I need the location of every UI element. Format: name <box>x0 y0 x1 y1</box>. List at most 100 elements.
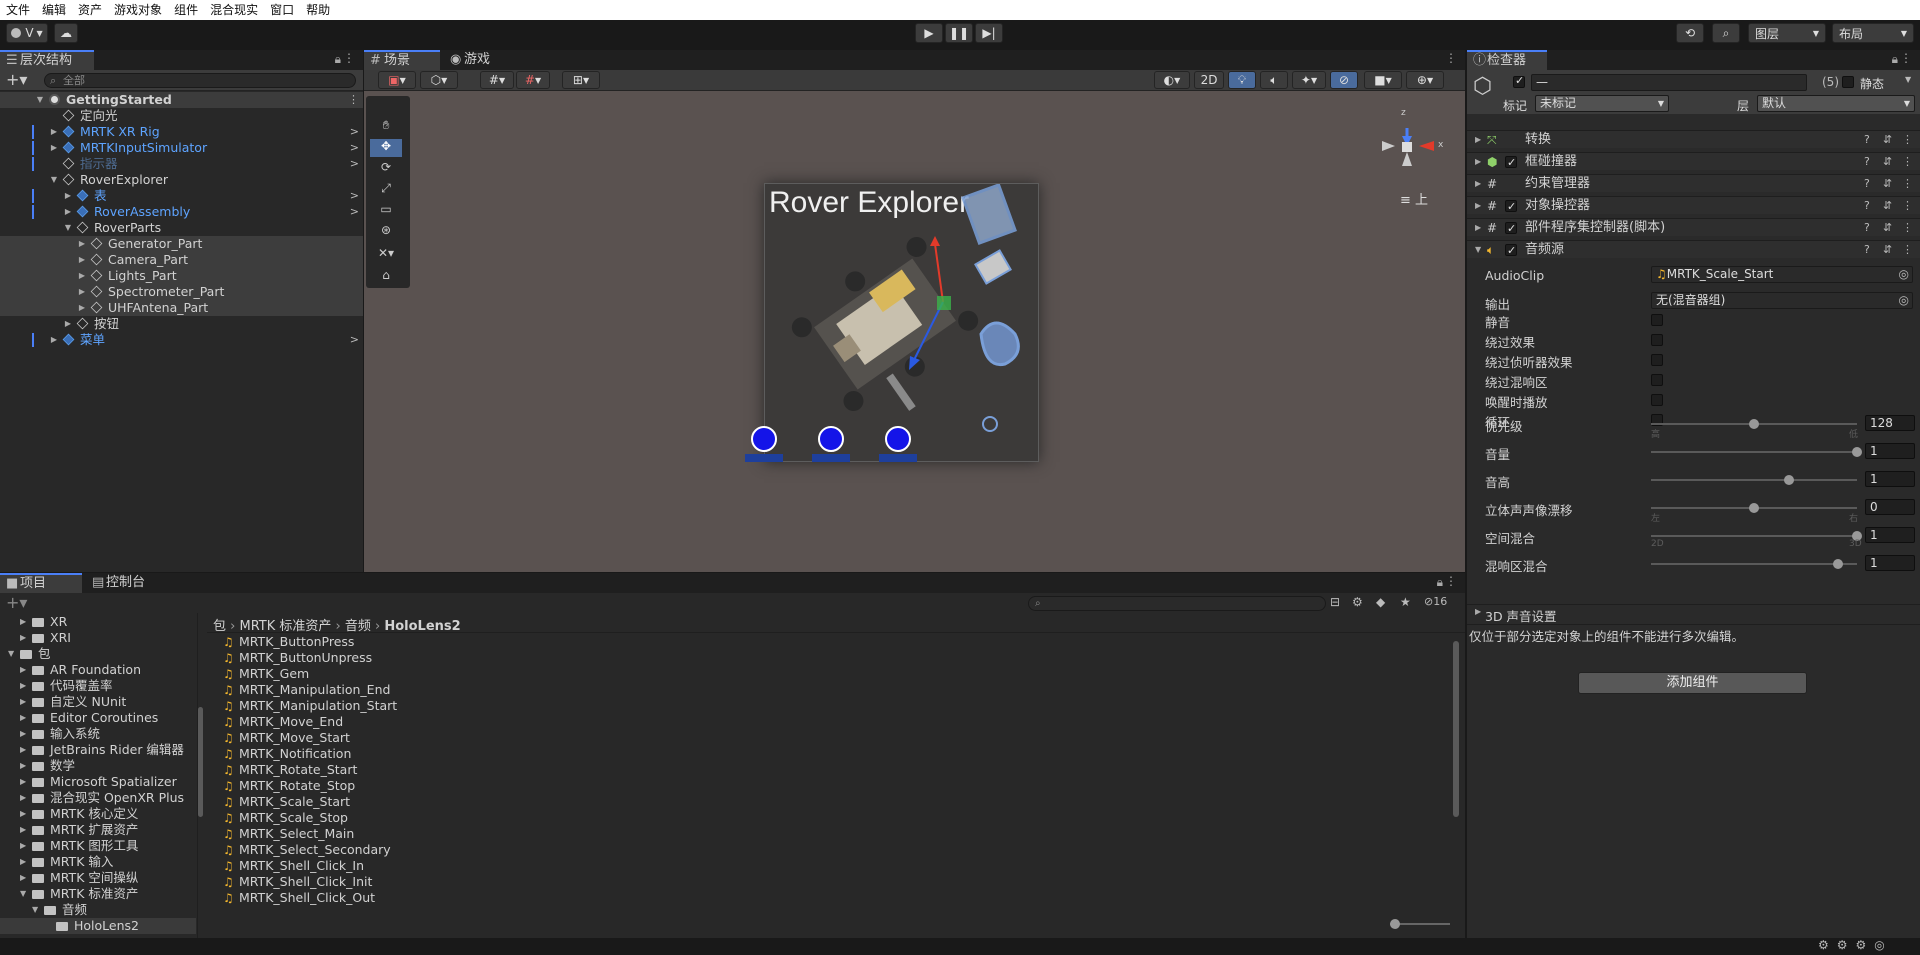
hierarchy-search-input[interactable]: ⌕ 全部 <box>44 73 356 88</box>
component-header[interactable]: ▶ ⤧ 转换? ⇵ ⋮ <box>1467 130 1920 148</box>
more-icon[interactable]: ⋮ <box>348 92 359 108</box>
menu-item[interactable]: 文件 <box>0 0 36 20</box>
component-enabled-checkbox[interactable] <box>1505 154 1517 172</box>
view-gizmo[interactable] <box>1374 106 1444 186</box>
hierarchy-row[interactable]: 指示器 > <box>0 156 363 172</box>
expand-arrow-down-icon[interactable]: ▼ <box>32 902 38 918</box>
expand-arrow-down-icon[interactable]: ▼ <box>62 220 74 236</box>
draw-mode-button[interactable]: ▣ ▼ <box>378 71 416 89</box>
object-name-input[interactable]: — <box>1531 74 1807 91</box>
gizmo-orientation[interactable]: ≡ 上 <box>1400 189 1428 208</box>
project-folder-row[interactable]: HoloLens2 <box>0 918 196 934</box>
hierarchy-row[interactable]: ▶ Generator_Part <box>0 236 363 252</box>
lighting-toggle[interactable]: 💡︎ <box>1228 71 1256 89</box>
expand-arrow-right-icon[interactable]: ▶ <box>76 284 88 300</box>
search-by-type-icon[interactable]: ⊟ <box>1330 595 1340 609</box>
tree-scrollbar[interactable] <box>196 617 204 933</box>
icon-size-slider[interactable] <box>1390 919 1450 929</box>
button-circle-2[interactable] <box>818 426 844 452</box>
project-folder-row[interactable]: ▶ AR Foundation <box>0 662 196 678</box>
expand-arrow-right-icon[interactable]: ▶ <box>76 252 88 268</box>
expand-arrow-right-icon[interactable]: ▶ <box>20 790 26 806</box>
audio-file-item[interactable]: ♫ MRTK_ButtonUnpress <box>223 650 372 666</box>
foldout-arrow-right-icon[interactable]: ▶ <box>1475 153 1481 171</box>
tab-scene[interactable]: # 场景 <box>364 50 440 70</box>
lock-icon[interactable]: 🔒︎ <box>335 52 341 67</box>
effects-button[interactable]: ✦ ▼ <box>1292 71 1326 89</box>
project-folder-row[interactable]: ▶ MRTK 扩展资产 <box>0 822 196 838</box>
layer-dropdown[interactable]: 默认 ▼ <box>1757 95 1915 112</box>
audio-slider-value[interactable]: 1 <box>1865 443 1915 459</box>
audio-file-item[interactable]: ♫ MRTK_Select_Main <box>223 826 354 842</box>
hierarchy-row[interactable]: ▶ 按钮 <box>0 316 363 332</box>
chevron-right-icon[interactable]: > <box>350 156 359 172</box>
tab-game[interactable]: ◉ 游戏 <box>444 50 514 70</box>
menu-item[interactable]: 游戏对象 <box>108 0 168 20</box>
component-header[interactable]: ▶ # 约束管理器? ⇵ ⋮ <box>1467 174 1920 192</box>
foldout-arrow-right-icon[interactable]: ▶ <box>1475 175 1481 193</box>
audio-slider-handle[interactable] <box>1749 503 1759 513</box>
tab-console[interactable]: ▤ 控制台 <box>86 573 176 593</box>
foldout-arrow-right-icon[interactable]: ▶ <box>1475 131 1481 149</box>
add-icon[interactable]: +▾ <box>6 593 27 612</box>
move-tool-icon[interactable]: ✥ <box>370 139 402 157</box>
audio-file-item[interactable]: ♫ MRTK_Scale_Start <box>223 794 350 810</box>
project-folder-row[interactable]: ▶ Editor Coroutines <box>0 710 196 726</box>
chevron-right-icon[interactable]: > <box>350 124 359 140</box>
breadcrumb-item[interactable]: HoloLens2 <box>384 619 460 634</box>
expand-arrow-right-icon[interactable]: ▶ <box>20 854 26 870</box>
expand-arrow-right-icon[interactable]: ▶ <box>62 316 74 332</box>
more-icon[interactable]: ⋮ <box>1902 241 1913 259</box>
search-button[interactable]: ⌕ <box>1712 23 1740 43</box>
expand-arrow-right-icon[interactable]: ▶ <box>20 694 26 710</box>
rover-table[interactable]: Rover Explorer <box>764 183 1039 462</box>
expand-arrow-right-icon[interactable]: ▶ <box>20 870 26 886</box>
hierarchy-row[interactable]: ▶ UHFAntena_Part <box>0 300 363 316</box>
help-icon[interactable]: ? <box>1864 175 1870 193</box>
hierarchy-row[interactable]: ▶ 表 > <box>0 188 363 204</box>
audio-file-item[interactable]: ♫ MRTK_Shell_Click_In <box>223 858 364 874</box>
expand-arrow-right-icon[interactable]: ▶ <box>20 806 26 822</box>
expand-arrow-right-icon[interactable]: ▶ <box>48 140 60 156</box>
output-field[interactable]: 无(混音器组) ◎ <box>1651 292 1913 309</box>
pause-button[interactable]: ❚❚ <box>945 23 973 43</box>
project-folder-row[interactable]: ▶ MRTK 核心定义 <box>0 806 196 822</box>
audio-slider-value[interactable]: 1 <box>1865 471 1915 487</box>
expand-arrow-right-icon[interactable]: ▶ <box>20 758 26 774</box>
scale-tool-icon[interactable]: ⤢ <box>370 181 402 199</box>
project-folder-row[interactable]: ▶ MRTK 图形工具 <box>0 838 196 854</box>
expand-arrow-right-icon[interactable]: ▶ <box>20 774 26 790</box>
menu-item[interactable]: 资产 <box>72 0 108 20</box>
menu-item[interactable]: 编辑 <box>36 0 72 20</box>
preset-icon[interactable]: ⇵ <box>1883 241 1892 259</box>
camera-button[interactable]: ■ ▼ <box>1364 71 1402 89</box>
rotate-tool-icon[interactable]: ⟳ <box>370 160 402 178</box>
render-mode-button[interactable]: ⬡ ▼ <box>420 71 458 89</box>
increment-snap-button[interactable]: ⊞ ▼ <box>562 71 600 89</box>
lock-icon[interactable]: 🔒︎ <box>1437 575 1443 590</box>
audio-slider-value[interactable]: 128 <box>1865 415 1915 431</box>
hierarchy-row[interactable]: ▼ RoverParts <box>0 220 363 236</box>
expand-arrow-right-icon[interactable]: ▶ <box>20 662 26 678</box>
more-icon[interactable]: ⋮ <box>1902 197 1913 215</box>
component-header[interactable]: ▶ # 对象操控器? ⇵ ⋮ <box>1467 196 1920 216</box>
audio-file-item[interactable]: ♫ MRTK_Scale_Stop <box>223 810 348 826</box>
grid-button[interactable]: # ▼ <box>480 71 514 89</box>
chevron-right-icon[interactable]: > <box>350 204 359 220</box>
hierarchy-row[interactable]: 定向光 <box>0 108 363 124</box>
expand-arrow-right-icon[interactable]: ▶ <box>48 124 60 140</box>
more-icon[interactable]: ⋮ <box>343 51 355 65</box>
menu-item[interactable]: 帮助 <box>300 0 336 20</box>
audio-slider-handle[interactable] <box>1833 559 1844 569</box>
foldout-arrow-right-icon[interactable]: ▶ <box>1475 219 1481 237</box>
project-folder-row[interactable]: ▶ 数学 <box>0 758 196 774</box>
project-folder-row[interactable]: ▶ XR <box>0 614 196 630</box>
audio-file-item[interactable]: ♫ MRTK_Shell_Click_Init <box>223 874 372 890</box>
object-picker-icon[interactable]: ◎ <box>1899 293 1909 308</box>
help-icon[interactable]: ? <box>1864 219 1870 237</box>
history-button[interactable]: ⟲ <box>1676 23 1704 43</box>
project-folder-row[interactable]: ▶ MRTK 空间操纵 <box>0 870 196 886</box>
expand-arrow-down-icon[interactable]: ▼ <box>8 646 14 662</box>
more-icon[interactable]: ⋮ <box>1902 219 1913 237</box>
snap-button[interactable]: # ▼ <box>516 71 550 89</box>
